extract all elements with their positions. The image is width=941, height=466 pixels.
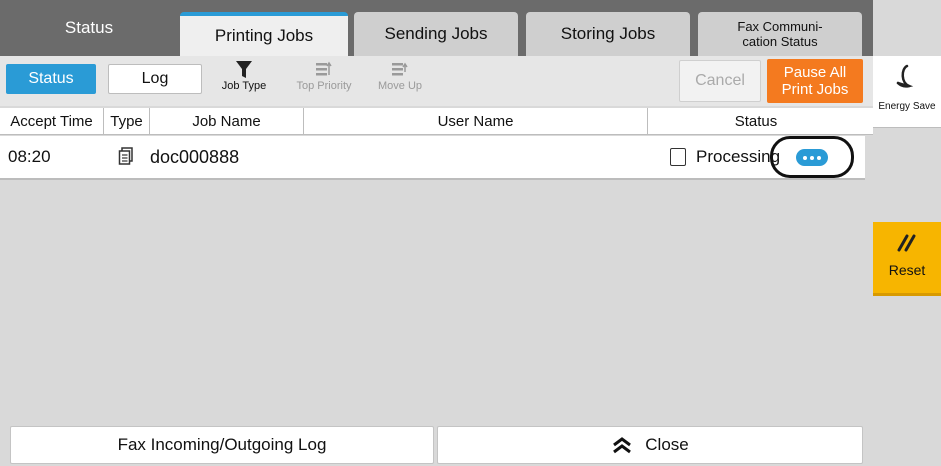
log-view-button[interactable]: Log [108, 64, 202, 94]
tab-bar: Status Printing Jobs Sending Jobs Storin… [0, 0, 873, 56]
tab-storing-jobs[interactable]: Storing Jobs [526, 12, 690, 56]
table-header: Accept Time Type Job Name User Name Stat… [0, 108, 873, 135]
tab-fax-communication-status[interactable]: Fax Communi- cation Status [698, 12, 862, 56]
tab-label: Status [64, 18, 114, 37]
highlight-ring [770, 136, 854, 178]
move-up-icon [392, 62, 408, 76]
top-priority-button[interactable]: Top Priority [284, 60, 364, 92]
cancel-label: Cancel [695, 72, 745, 89]
tab-sending-jobs[interactable]: Sending Jobs [354, 12, 518, 56]
reset-label: Reset [888, 262, 926, 278]
log-view-label: Log [141, 70, 169, 87]
pause-all-print-jobs-button[interactable]: Pause All Print Jobs [767, 59, 863, 103]
status-view-label: Status [28, 70, 74, 87]
reset-button[interactable]: Reset [873, 222, 941, 296]
status-view-button[interactable]: Status [6, 64, 96, 94]
job-type-label: Job Type [221, 80, 267, 92]
job-type-button[interactable]: Job Type [212, 60, 276, 92]
energy-save-label: Energy Save [878, 101, 936, 112]
move-up-button[interactable]: Move Up [368, 60, 432, 92]
fax-log-button[interactable]: Fax Incoming/Outgoing Log [10, 426, 434, 464]
close-button[interactable]: Close [437, 426, 863, 464]
fax-log-label: Fax Incoming/Outgoing Log [117, 435, 327, 454]
row-checkbox[interactable] [670, 136, 686, 178]
job-name-cell: doc000888 [150, 146, 240, 167]
tab-label: Storing Jobs [560, 24, 656, 43]
column-header-type[interactable]: Type [104, 108, 150, 134]
toolbar: Status Log Job Type Top Priority Move Up… [0, 56, 873, 106]
column-header-status[interactable]: Status [648, 108, 864, 134]
table-row[interactable]: 08:20 doc000888 Processing [0, 136, 865, 180]
document-stack-icon [118, 136, 134, 178]
column-header-user-name[interactable]: User Name [304, 108, 648, 134]
tab-status[interactable]: Status [0, 0, 178, 56]
double-chevron-up-icon [613, 437, 632, 454]
top-priority-label: Top Priority [296, 80, 352, 92]
user-name-cell [304, 136, 644, 178]
accept-time-cell: 08:20 [8, 147, 51, 166]
column-header-accept-time[interactable]: Accept Time [0, 108, 104, 134]
crescent-moon-icon [896, 64, 914, 88]
top-priority-icon [316, 61, 332, 76]
tab-printing-jobs[interactable]: Printing Jobs [180, 12, 348, 56]
column-header-job-name[interactable]: Job Name [150, 108, 304, 134]
reset-slash-icon [897, 234, 916, 252]
energy-save-button[interactable]: Energy Save [873, 56, 941, 128]
move-up-label: Move Up [377, 80, 423, 92]
cancel-button[interactable]: Cancel [679, 60, 761, 102]
filter-icon [236, 61, 252, 78]
tab-label: Fax Communi- cation Status [737, 19, 823, 49]
pause-all-label: Pause All Print Jobs [781, 64, 849, 98]
tab-label: Printing Jobs [214, 26, 314, 45]
close-label: Close [645, 435, 689, 454]
tab-label: Sending Jobs [384, 24, 488, 43]
